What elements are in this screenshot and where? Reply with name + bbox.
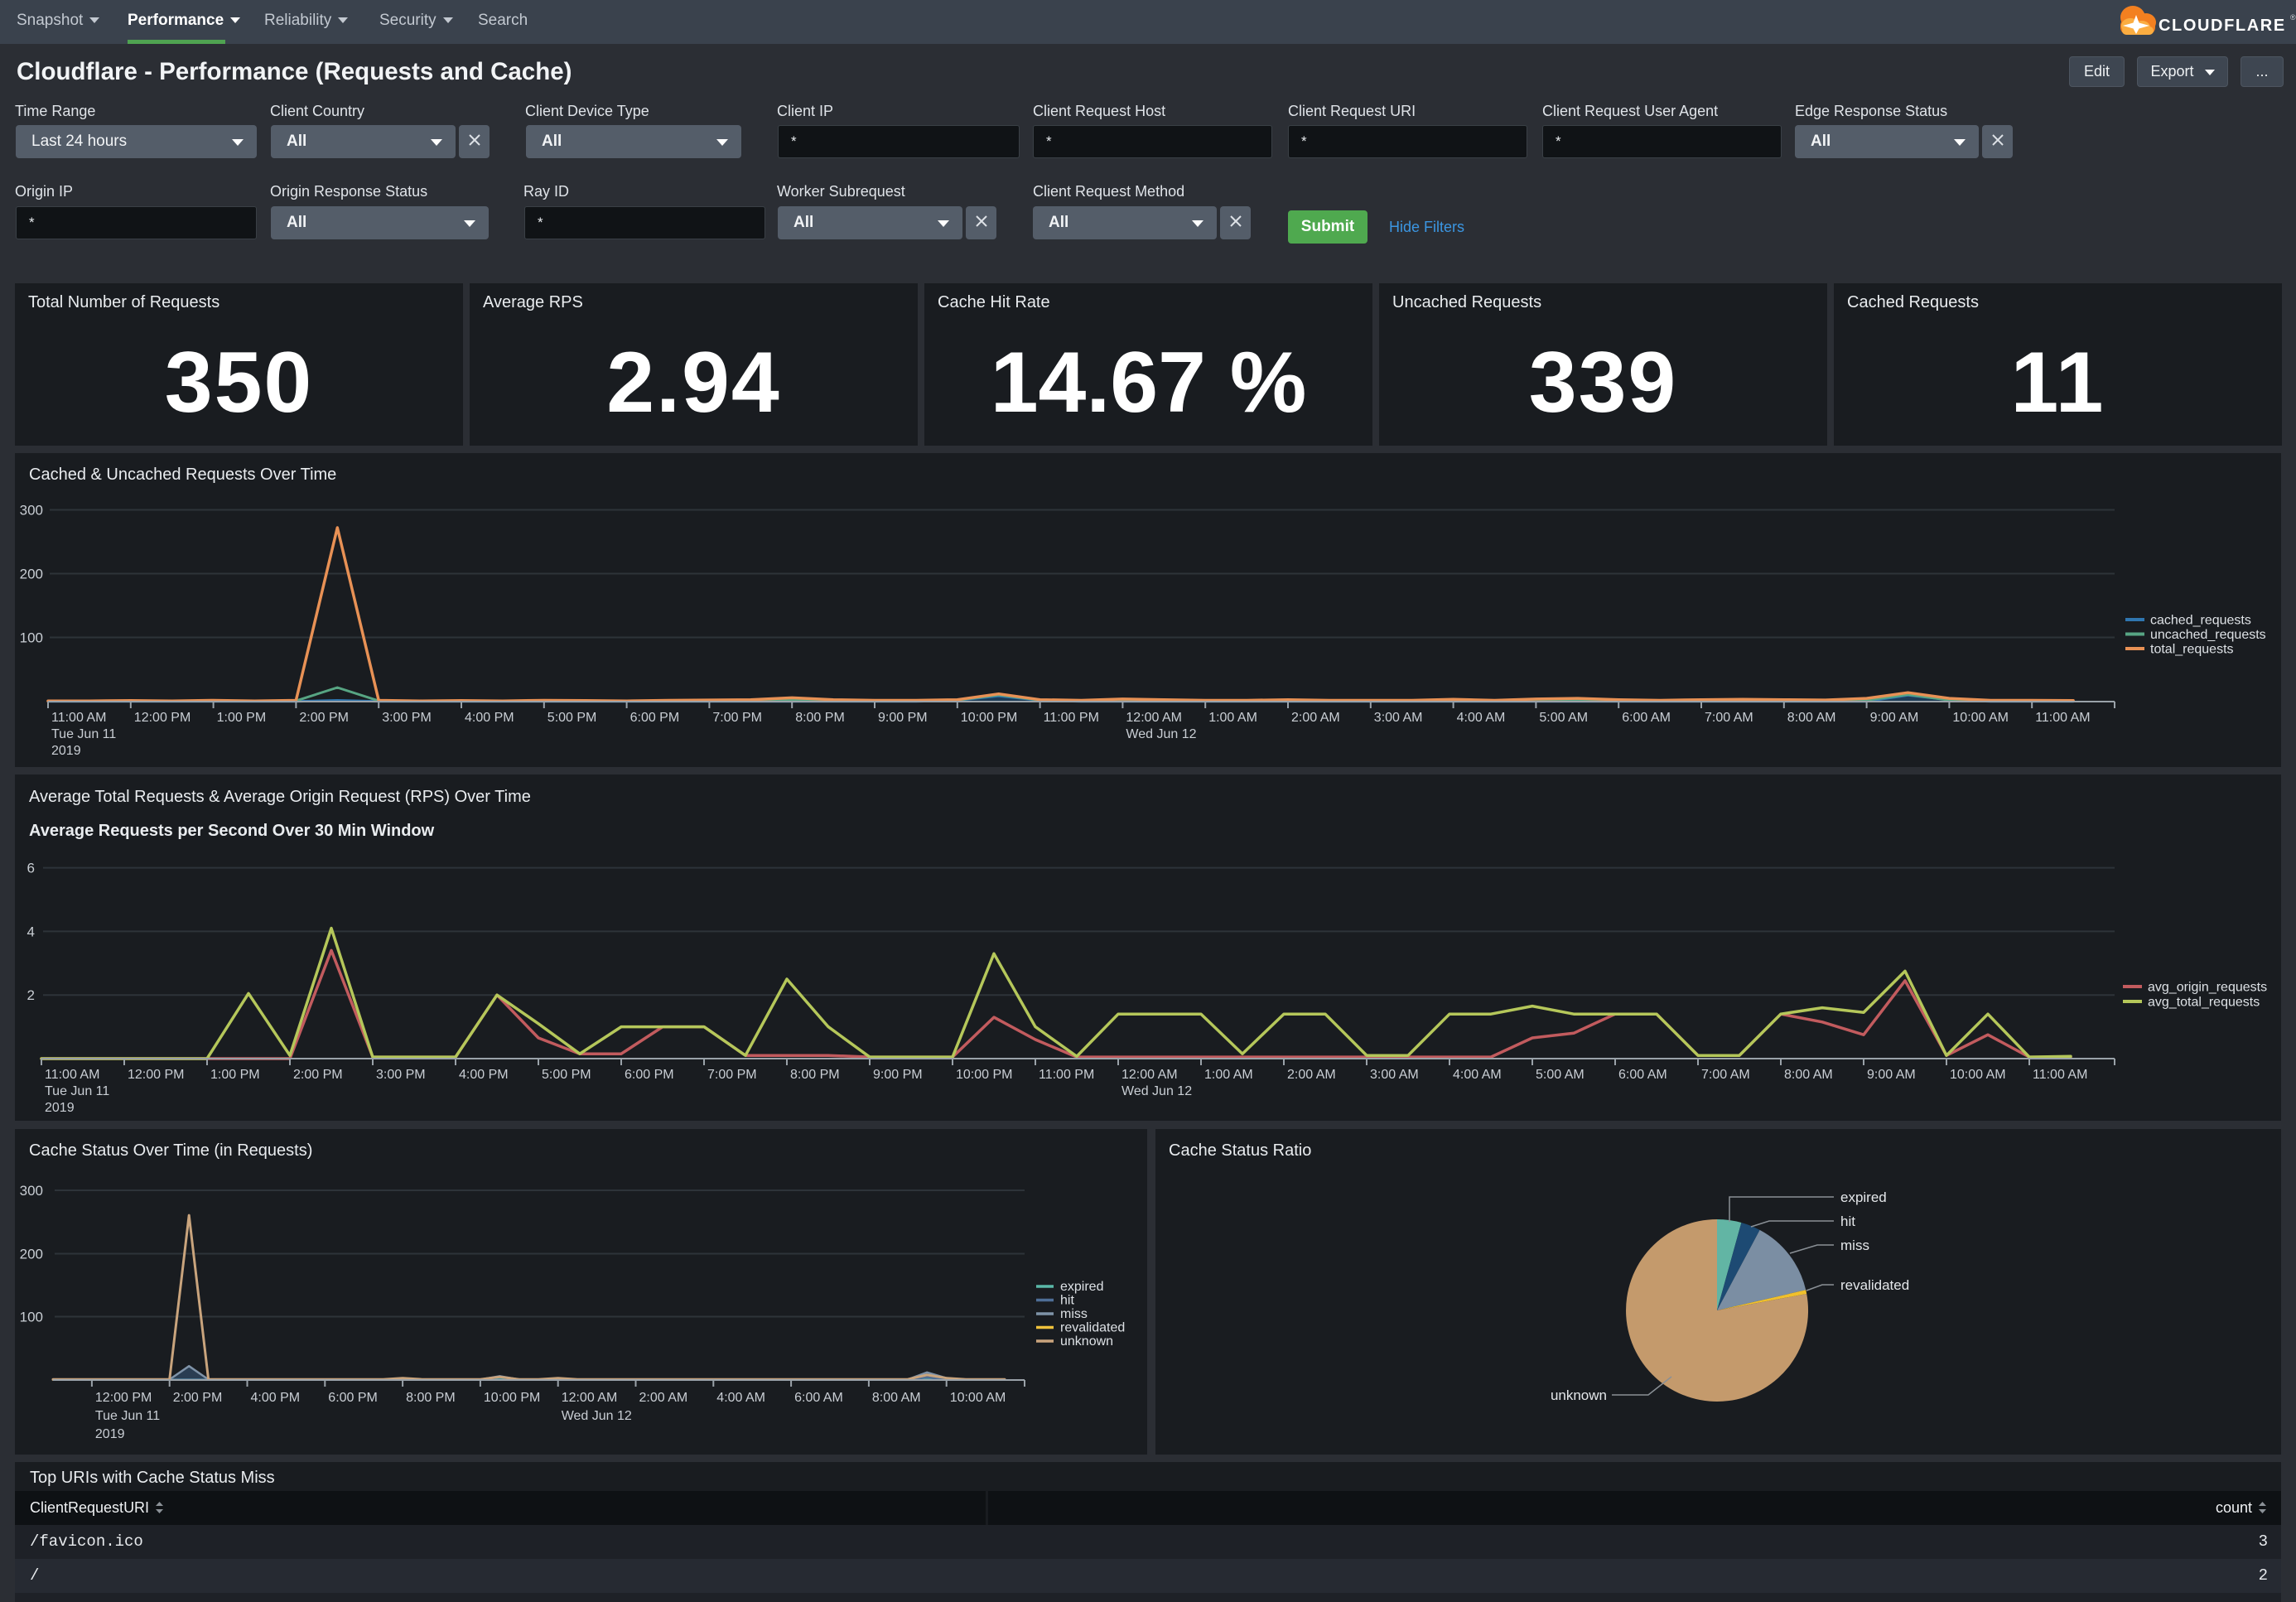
svg-text:300: 300 (20, 1183, 43, 1199)
svg-text:11:00 AM: 11:00 AM (51, 711, 106, 725)
svg-text:avg_origin_requests: avg_origin_requests (2148, 981, 2267, 995)
svg-text:3:00 PM: 3:00 PM (376, 1068, 426, 1082)
svg-text:6:00 PM: 6:00 PM (625, 1068, 674, 1082)
svg-text:4:00 AM: 4:00 AM (1453, 1068, 1502, 1082)
svg-text:100: 100 (20, 630, 43, 646)
svg-text:5:00 PM: 5:00 PM (547, 711, 597, 725)
svg-text:Wed Jun 12: Wed Jun 12 (1126, 727, 1196, 741)
svg-text:miss: miss (1840, 1238, 1869, 1253)
svg-text:8:00 AM: 8:00 AM (872, 1391, 921, 1405)
svg-text:expired: expired (1840, 1189, 1887, 1205)
svg-text:hit: hit (1840, 1214, 1855, 1229)
svg-text:expired: expired (1060, 1280, 1103, 1294)
svg-text:4:00 PM: 4:00 PM (465, 711, 514, 725)
svg-text:12:00 AM: 12:00 AM (1121, 1068, 1178, 1082)
svg-text:8:00 AM: 8:00 AM (1784, 1068, 1833, 1082)
svg-text:1:00 PM: 1:00 PM (217, 711, 267, 725)
svg-text:hit: hit (1060, 1294, 1074, 1308)
svg-text:11:00 AM: 11:00 AM (45, 1068, 99, 1082)
svg-text:3:00 AM: 3:00 AM (1370, 1068, 1419, 1082)
svg-text:11:00 AM: 11:00 AM (2033, 1068, 2087, 1082)
svg-text:12:00 PM: 12:00 PM (134, 711, 191, 725)
svg-text:2:00 PM: 2:00 PM (299, 711, 349, 725)
svg-text:7:00 PM: 7:00 PM (707, 1068, 757, 1082)
svg-text:avg_total_requests: avg_total_requests (2148, 996, 2260, 1010)
svg-text:10:00 AM: 10:00 AM (1950, 1068, 2006, 1082)
svg-text:7:00 PM: 7:00 PM (712, 711, 762, 725)
svg-text:11:00 AM: 11:00 AM (2035, 711, 2090, 725)
svg-text:Wed Jun 12: Wed Jun 12 (1121, 1084, 1192, 1098)
svg-text:revalidated: revalidated (1840, 1277, 1909, 1293)
svg-text:4:00 AM: 4:00 AM (716, 1391, 765, 1405)
svg-text:12:00 PM: 12:00 PM (95, 1391, 152, 1405)
svg-text:11:00 PM: 11:00 PM (1039, 1068, 1094, 1082)
svg-text:2:00 AM: 2:00 AM (1291, 711, 1340, 725)
svg-text:6:00 AM: 6:00 AM (1622, 711, 1671, 725)
svg-text:2:00 PM: 2:00 PM (293, 1068, 343, 1082)
svg-text:200: 200 (20, 567, 43, 582)
svg-text:3:00 AM: 3:00 AM (1374, 711, 1423, 725)
svg-text:2:00 AM: 2:00 AM (1287, 1068, 1336, 1082)
svg-text:7:00 AM: 7:00 AM (1701, 1068, 1750, 1082)
svg-text:CLOUDFLARE: CLOUDFLARE (2159, 17, 2286, 35)
svg-text:4:00 PM: 4:00 PM (459, 1068, 509, 1082)
svg-text:12:00 AM: 12:00 AM (1126, 711, 1182, 725)
svg-text:uncached_requests: uncached_requests (2150, 628, 2266, 642)
svg-text:8:00 PM: 8:00 PM (790, 1068, 840, 1082)
svg-text:unknown: unknown (1551, 1387, 1607, 1403)
svg-text:10:00 PM: 10:00 PM (956, 1068, 1012, 1082)
svg-text:5:00 AM: 5:00 AM (1536, 1068, 1585, 1082)
svg-text:2019: 2019 (51, 744, 81, 758)
svg-text:300: 300 (20, 503, 43, 519)
svg-text:2:00 PM: 2:00 PM (173, 1391, 223, 1405)
svg-text:Tue Jun 11: Tue Jun 11 (51, 727, 116, 741)
svg-text:6:00 PM: 6:00 PM (328, 1391, 378, 1405)
svg-text:1:00 PM: 1:00 PM (210, 1068, 260, 1082)
svg-text:12:00 PM: 12:00 PM (128, 1068, 184, 1082)
svg-text:1:00 AM: 1:00 AM (1204, 1068, 1253, 1082)
svg-text:11:00 PM: 11:00 PM (1044, 711, 1099, 725)
svg-text:1:00 AM: 1:00 AM (1208, 711, 1257, 725)
svg-text:miss: miss (1060, 1307, 1088, 1321)
svg-text:unknown: unknown (1060, 1334, 1113, 1349)
svg-text:10:00 AM: 10:00 AM (950, 1391, 1006, 1405)
svg-text:2:00 AM: 2:00 AM (639, 1391, 688, 1405)
svg-text:100: 100 (20, 1310, 43, 1325)
svg-text:9:00 AM: 9:00 AM (1867, 1068, 1916, 1082)
svg-text:10:00 PM: 10:00 PM (961, 711, 1017, 725)
svg-text:10:00 PM: 10:00 PM (484, 1391, 540, 1405)
svg-text:6:00 PM: 6:00 PM (630, 711, 680, 725)
svg-text:6:00 AM: 6:00 AM (794, 1391, 843, 1405)
svg-text:revalidated: revalidated (1060, 1321, 1125, 1335)
svg-text:200: 200 (20, 1247, 43, 1262)
svg-text:®: ® (2290, 13, 2296, 22)
svg-text:2019: 2019 (95, 1427, 125, 1441)
svg-text:total_requests: total_requests (2150, 643, 2234, 657)
svg-text:4:00 AM: 4:00 AM (1457, 711, 1506, 725)
svg-text:8:00 AM: 8:00 AM (1787, 711, 1836, 725)
svg-text:6:00 AM: 6:00 AM (1618, 1068, 1667, 1082)
svg-text:9:00 PM: 9:00 PM (878, 711, 928, 725)
svg-text:4:00 PM: 4:00 PM (251, 1391, 301, 1405)
svg-text:9:00 PM: 9:00 PM (873, 1068, 923, 1082)
svg-text:9:00 AM: 9:00 AM (1870, 711, 1919, 725)
svg-text:2: 2 (27, 987, 35, 1003)
svg-text:Tue Jun 11: Tue Jun 11 (95, 1409, 160, 1423)
svg-text:Tue Jun 11: Tue Jun 11 (45, 1084, 109, 1098)
svg-text:8:00 PM: 8:00 PM (406, 1391, 456, 1405)
svg-text:7:00 AM: 7:00 AM (1705, 711, 1753, 725)
svg-text:12:00 AM: 12:00 AM (562, 1391, 618, 1405)
svg-text:3:00 PM: 3:00 PM (382, 711, 432, 725)
svg-text:cached_requests: cached_requests (2150, 614, 2251, 628)
svg-text:4: 4 (27, 924, 35, 939)
svg-text:10:00 AM: 10:00 AM (1952, 711, 2009, 725)
svg-text:2019: 2019 (45, 1101, 75, 1115)
svg-text:5:00 AM: 5:00 AM (1539, 711, 1588, 725)
svg-text:5:00 PM: 5:00 PM (542, 1068, 591, 1082)
svg-text:8:00 PM: 8:00 PM (795, 711, 845, 725)
svg-text:6: 6 (27, 861, 35, 876)
svg-text:Wed Jun 12: Wed Jun 12 (562, 1409, 632, 1423)
